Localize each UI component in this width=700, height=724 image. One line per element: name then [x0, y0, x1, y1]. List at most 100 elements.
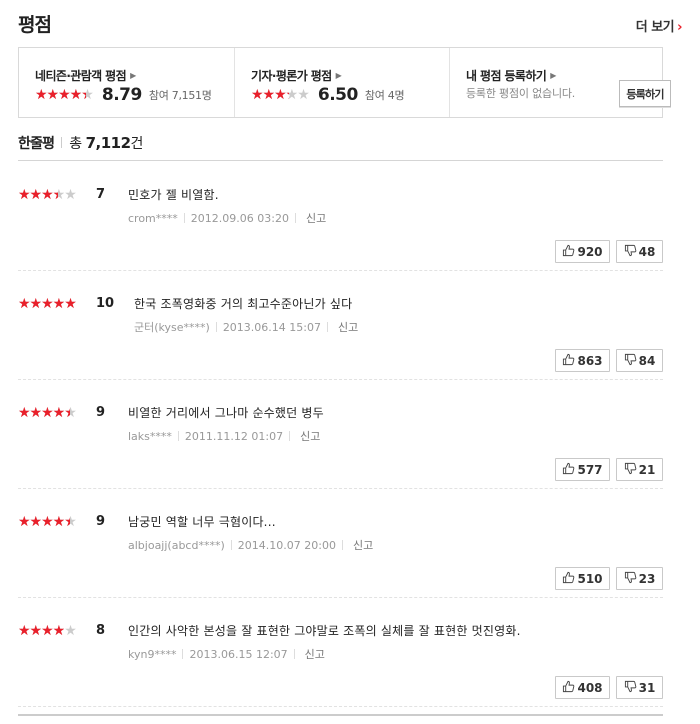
- audience-score-label: 네티즌·관람객 평점: [35, 69, 127, 83]
- audience-participants: 참여 7,151명: [148, 88, 212, 102]
- critic-score: 기자·평론가 평점▶ ★★★★★★★★★★ 6.50 참여 4명: [234, 48, 449, 117]
- dislike-button[interactable]: 23: [616, 567, 663, 590]
- review-total: 총 7,112건: [69, 134, 143, 152]
- dislike-button[interactable]: 48: [616, 240, 663, 263]
- critic-score-value: 6.50: [317, 84, 358, 105]
- review-list: ★★★★★★★★★★ 7 민호가 젤 비열함. crom**** 2012.09.06 …: [18, 162, 663, 707]
- divider: [289, 431, 291, 441]
- my-score-description: 등록한 평점이 없습니다.: [466, 87, 576, 100]
- audience-score-row: ★★★★★★★★★★ 8.79 참여 7,151명: [35, 84, 212, 105]
- review-user[interactable]: albjoajj(abcd****): [128, 539, 225, 552]
- review-user[interactable]: crom****: [128, 212, 178, 225]
- dislike-count: 21: [638, 462, 656, 477]
- caret-right-icon: ▶: [130, 71, 136, 80]
- thumbs-up-icon: [562, 244, 575, 260]
- review-star-rating: ★★★★★★★★★★: [18, 623, 77, 639]
- more-link[interactable]: 더 보기 ›: [635, 16, 683, 35]
- thumbs-up-icon: [562, 462, 575, 478]
- critic-star-rating: ★★★★★★★★★★: [251, 86, 310, 103]
- my-score-link[interactable]: 내 평점 등록하기 ▶: [466, 67, 556, 84]
- review-date: 2013.06.14 15:07: [222, 321, 321, 334]
- dislike-button[interactable]: 84: [616, 349, 663, 372]
- dislike-button[interactable]: 21: [616, 458, 663, 481]
- divider: [61, 137, 63, 148]
- divider: [182, 649, 184, 659]
- like-button[interactable]: 577: [555, 458, 610, 481]
- review-date: 2013.06.15 12:07: [189, 648, 288, 661]
- audience-score-link[interactable]: 네티즌·관람객 평점 ▶: [35, 67, 136, 84]
- review-date: 2011.11.12 01:07: [184, 430, 284, 443]
- review-meta: laks**** 2011.11.12 01:07 신고: [128, 430, 320, 444]
- report-link[interactable]: 신고: [353, 539, 373, 552]
- like-button[interactable]: 408: [555, 676, 610, 699]
- divider: [341, 540, 343, 550]
- review-score: 8: [96, 623, 106, 638]
- register-rating-button[interactable]: 등록하기: [619, 80, 671, 107]
- review-text: 비열한 거리에서 그나마 순수했던 병두: [128, 406, 324, 420]
- dislike-count: 48: [638, 244, 656, 259]
- review-item: ★★★★★★★★★★ 9 남궁민 역할 너무 극혐이다... albjoajj(abc…: [18, 489, 663, 598]
- total-prefix: 총: [69, 136, 82, 152]
- divider: [327, 322, 328, 332]
- review-score: 9: [96, 514, 106, 529]
- bottom-divider: [18, 714, 663, 716]
- caret-right-icon: ▶: [550, 71, 556, 80]
- total-count: 7,112: [85, 134, 131, 152]
- divider: [183, 213, 185, 223]
- review-score: 9: [96, 405, 106, 420]
- dislike-button[interactable]: 31: [616, 676, 663, 699]
- my-score-label: 내 평점 등록하기: [466, 69, 547, 83]
- rating-header: 평점 더 보기 ›: [18, 8, 682, 38]
- review-user[interactable]: 군터(kyse****): [134, 321, 210, 334]
- like-count: 577: [577, 462, 603, 477]
- review-score: 10: [96, 296, 115, 311]
- review-text: 남궁민 역할 너무 극혐이다...: [128, 515, 276, 529]
- audience-score: 네티즌·관람객 평점▶ ★★★★★★★★★★ 8.79 참여 7,151명: [19, 48, 234, 117]
- review-date: 2012.09.06 03:20: [190, 212, 289, 225]
- like-button[interactable]: 920: [555, 240, 610, 263]
- review-star-rating: ★★★★★★★★★★: [18, 514, 77, 530]
- divider: [294, 213, 296, 223]
- caret-right-icon: ▶: [335, 71, 342, 80]
- divider: [177, 431, 179, 441]
- report-link[interactable]: 신고: [306, 212, 326, 225]
- dislike-count: 23: [638, 571, 656, 586]
- more-label: 더 보기: [635, 20, 675, 35]
- audience-star-rating: ★★★★★★★★★★: [35, 86, 94, 103]
- divider: [215, 322, 217, 332]
- thumbs-down-icon: [624, 353, 637, 369]
- review-date: 2014.10.07 20:00: [237, 539, 336, 552]
- report-link[interactable]: 신고: [338, 321, 358, 334]
- review-star-rating: ★★★★★★★★★★: [18, 187, 77, 203]
- review-score: 7: [96, 187, 106, 202]
- review-item: ★★★★★ ★★★★★ 10 한국 조폭영화중 거의 최고수준아닌가 싶다 군터(kys…: [18, 271, 663, 380]
- section-title: 한줄평: [18, 136, 55, 152]
- critic-score-link[interactable]: 기자·평론가 평점 ▶: [251, 67, 342, 84]
- review-item: ★★★★★★★★★★ 8 인간의 사악한 본성을 잘 표현한 그야말로 조폭의 실체…: [18, 598, 663, 707]
- report-link[interactable]: 신고: [300, 430, 320, 443]
- thumbs-up-icon: [562, 571, 575, 587]
- thumbs-down-icon: [624, 571, 637, 587]
- score-summary-box: 네티즌·관람객 평점▶ ★★★★★★★★★★ 8.79 참여 7,151명 기자…: [18, 47, 671, 118]
- critic-score-row: ★★★★★★★★★★ 6.50 참여 4명: [251, 84, 405, 105]
- chevron-right-icon: ›: [677, 20, 682, 35]
- like-button[interactable]: 510: [555, 567, 610, 590]
- review-user[interactable]: laks****: [128, 430, 172, 443]
- report-link[interactable]: 신고: [305, 648, 325, 661]
- thumbs-down-icon: [624, 680, 637, 696]
- like-button[interactable]: 863: [555, 349, 610, 372]
- thumbs-down-icon: [624, 462, 637, 478]
- review-meta: crom**** 2012.09.06 03:20 신고: [128, 212, 326, 226]
- audience-score-value: 8.79: [101, 84, 142, 105]
- review-item: ★★★★★★★★★★ 9 비열한 거리에서 그나마 순수했던 병두 laks**** 2…: [18, 380, 663, 489]
- dislike-count: 84: [638, 353, 656, 368]
- review-text: 인간의 사악한 본성을 잘 표현한 그야말로 조폭의 실체를 잘 표현한 멋진영…: [128, 624, 521, 638]
- critic-score-label: 기자·평론가 평점: [251, 69, 332, 83]
- like-count: 408: [577, 680, 603, 695]
- review-user[interactable]: kyn9****: [128, 648, 176, 661]
- review-star-rating: ★★★★★★★★★★: [18, 405, 77, 421]
- review-text: 한국 조폭영화중 거의 최고수준아닌가 싶다: [134, 297, 353, 311]
- my-score: 내 평점 등록하기 ▶ 등록한 평점이 없습니다. 등록하기: [449, 48, 671, 117]
- like-count: 920: [577, 244, 603, 259]
- divider: [293, 649, 295, 659]
